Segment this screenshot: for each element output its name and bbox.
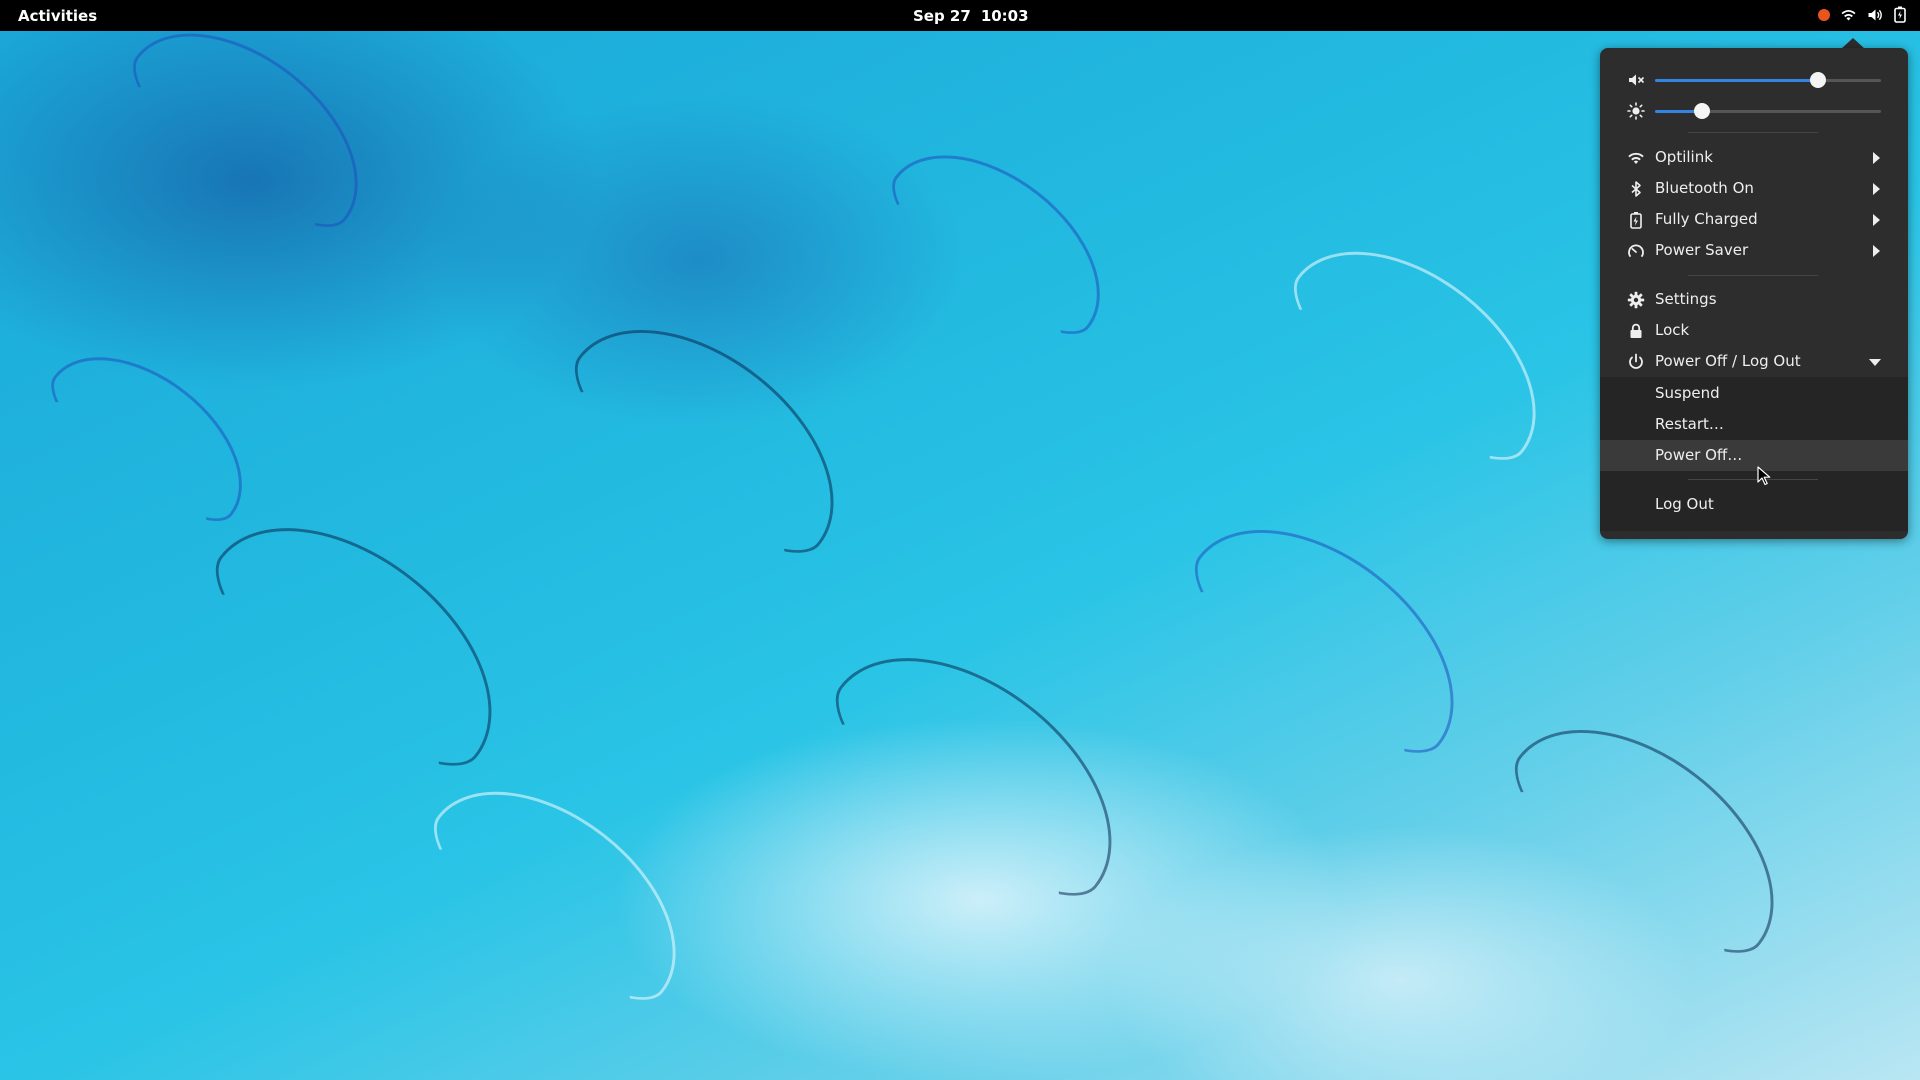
power-menu-item[interactable]: Power Off / Log Out [1600,346,1908,377]
suspend-label: Suspend [1655,384,1720,402]
wifi-menu-label: Optilink [1655,148,1713,166]
battery-icon [1630,212,1642,229]
gear-icon [1627,291,1645,309]
volume-muted-icon[interactable] [1627,71,1645,89]
lock-menu-item[interactable]: Lock [1600,315,1908,346]
wifi-menu-item[interactable]: Optilink [1600,142,1908,173]
volume-slider-handle[interactable] [1809,72,1826,88]
log-out-menu-item[interactable]: Log Out [1600,489,1908,520]
volume-slider[interactable] [1655,72,1881,88]
clock-date: Sep 27 [913,7,971,25]
battery-icon [1894,6,1906,23]
power-off-menu-item[interactable]: Power Off… [1600,440,1908,471]
wifi-icon [1841,9,1856,20]
brightness-slider[interactable] [1655,103,1881,119]
power-off-label: Power Off… [1655,446,1743,464]
volume-icon [1868,9,1882,20]
brightness-slider-row [1600,96,1908,126]
menu-separator [1688,275,1818,276]
wallpaper-swirl [547,281,879,585]
battery-menu-item[interactable]: Fully Charged [1600,204,1908,235]
power-saver-icon [1628,244,1644,257]
quick-settings-menu: Optilink Bluetooth On Fully Charged Powe… [1600,48,1908,539]
restart-menu-item[interactable]: Restart… [1600,409,1908,440]
chevron-right-icon [1873,152,1880,164]
power-mode-menu-item[interactable]: Power Saver [1600,235,1908,266]
wallpaper-swirl [1487,681,1819,985]
volume-slider-row [1600,65,1908,95]
suspend-menu-item[interactable]: Suspend [1600,378,1908,409]
activities-button[interactable]: Activities [18,7,97,25]
settings-menu-item[interactable]: Settings [1600,284,1908,315]
power-icon [1629,353,1643,369]
bluetooth-menu-label: Bluetooth On [1655,179,1754,197]
wallpaper-swirl [1167,481,1499,785]
lock-menu-label: Lock [1655,321,1690,339]
lock-icon [1630,323,1642,338]
wallpaper-swirl [870,116,1136,360]
power-mode-menu-label: Power Saver [1655,241,1749,259]
clock-time: 10:03 [980,7,1029,25]
wallpaper-swirl [31,321,275,545]
notification-dot-icon [1818,8,1830,21]
wallpaper-swirl [1268,206,1578,490]
chevron-right-icon [1873,245,1880,257]
wallpaper-swirl [806,606,1160,930]
bluetooth-icon [1631,181,1641,197]
restart-label: Restart… [1655,415,1724,433]
power-menu-label: Power Off / Log Out [1655,352,1801,370]
wallpaper-swirl [186,476,540,800]
brightness-slider-handle[interactable] [1694,103,1711,119]
system-tray[interactable] [1818,6,1906,23]
menu-separator [1688,479,1818,480]
chevron-right-icon [1873,214,1880,226]
clock[interactable]: Sep 27 10:03 [913,7,1029,25]
battery-menu-label: Fully Charged [1655,210,1758,228]
menu-separator [1688,132,1818,133]
log-out-label: Log Out [1655,495,1714,513]
wifi-icon [1628,152,1644,164]
brightness-icon [1627,102,1645,120]
mouse-pointer-icon [1757,466,1771,486]
settings-menu-label: Settings [1655,290,1717,308]
bluetooth-menu-item[interactable]: Bluetooth On [1600,173,1908,204]
wallpaper-swirl [408,746,718,1030]
volume-slider-fill [1655,79,1818,82]
chevron-down-icon [1869,359,1881,366]
wallpaper-swirl [109,0,397,255]
top-bar: Activities Sep 27 10:03 [0,0,1920,31]
chevron-right-icon [1873,183,1880,195]
